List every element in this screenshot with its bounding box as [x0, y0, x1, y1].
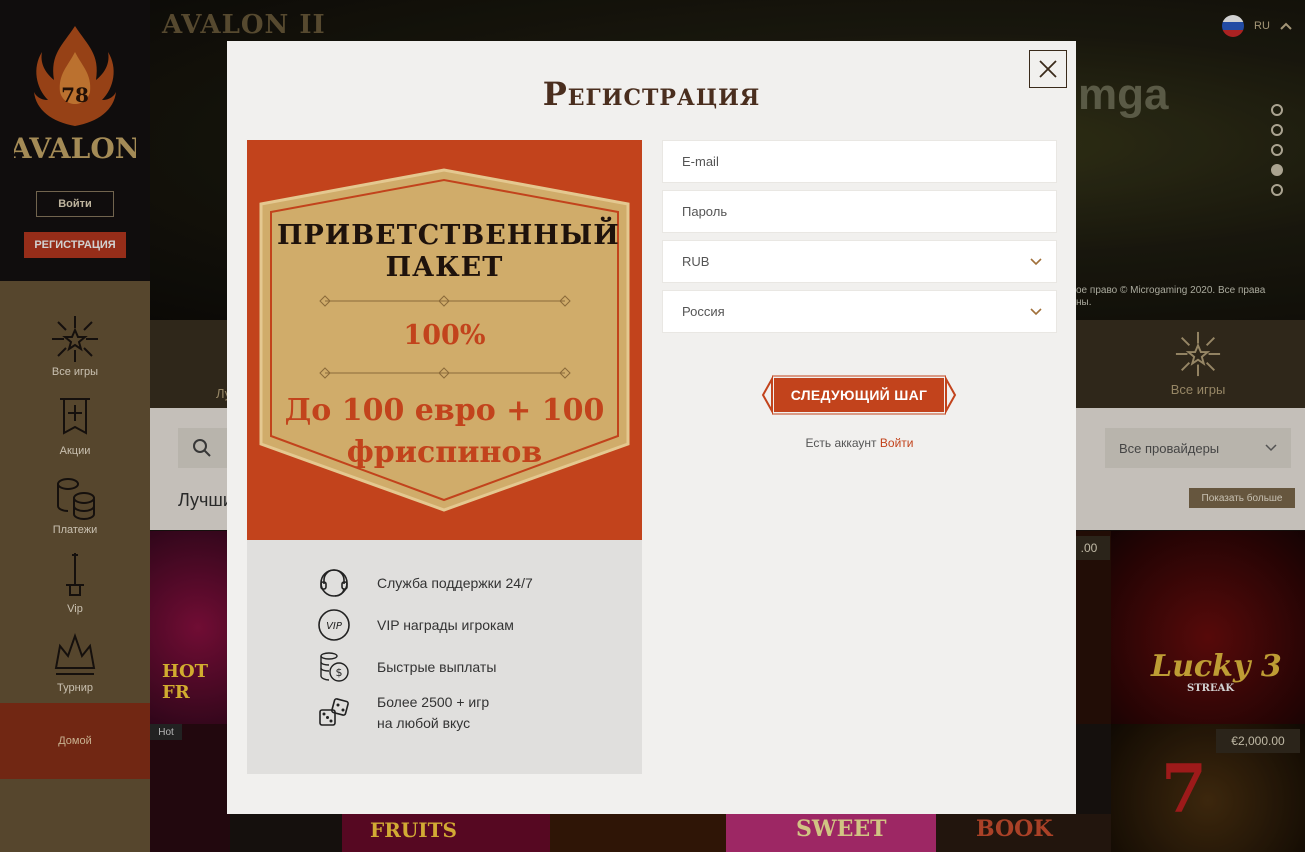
- country-value: Россия: [682, 304, 725, 319]
- features-list: Служба поддержки 24/7 VIP VIP награды иг…: [247, 540, 642, 774]
- chevron-down-icon: [1030, 307, 1042, 315]
- feature-text-line2: на любой вкус: [377, 715, 471, 731]
- feature-item: $ Быстрые выплаты: [317, 650, 496, 684]
- currency-select[interactable]: RUB: [662, 240, 1057, 283]
- feature-text: Служба поддержки 24/7: [377, 574, 533, 591]
- feature-text-line1: Более 2500 + игр: [377, 694, 490, 710]
- feature-text: Быстрые выплаты: [377, 658, 497, 675]
- feature-item: Более 2500 + игр на любой вкус: [317, 692, 489, 734]
- email-field[interactable]: [662, 140, 1057, 183]
- welcome-promo: ПРИВЕТСТВЕННЫЙ ПАКЕТ 100% До 100 евро + …: [247, 140, 642, 540]
- coins-stack-icon: $: [320, 652, 349, 682]
- next-step-button[interactable]: СЛЕДУЮЩИЙ ШАГ: [774, 378, 944, 412]
- support-headset-icon: [320, 569, 348, 597]
- password-input[interactable]: [682, 204, 982, 219]
- feature-item: Служба поддержки 24/7: [317, 566, 533, 600]
- registration-modal: Регистрация ПРИВЕТСТВЕННЫЙ ПАКЕТ 100% До…: [227, 41, 1076, 814]
- password-field[interactable]: [662, 190, 1057, 233]
- country-select[interactable]: Россия: [662, 290, 1057, 333]
- dice-icon: [319, 698, 349, 726]
- modal-title: Регистрация: [542, 75, 761, 113]
- feature-text: VIP награды игрокам: [377, 616, 514, 633]
- promo-title: ПРИВЕТСТВЕННЫЙ ПАКЕТ: [277, 220, 620, 283]
- feature-item: VIP VIP награды игрокам: [317, 608, 514, 642]
- next-step-button-wrap: СЛЕДУЮЩИЙ ШАГ: [760, 375, 958, 415]
- have-account-text: Есть аккаунт: [805, 436, 877, 450]
- feature-text-multiline: Более 2500 + игр на любой вкус: [377, 692, 489, 734]
- currency-value: RUB: [682, 254, 710, 269]
- vip-badge-icon: VIP: [318, 609, 350, 641]
- promo-bonus: До 100 евро + 100 фриспинов: [284, 393, 605, 470]
- login-link[interactable]: Войти: [880, 436, 914, 450]
- svg-text:$: $: [336, 666, 343, 679]
- promo-percent: 100%: [403, 320, 486, 351]
- svg-text:VIP: VIP: [326, 621, 343, 632]
- email-input[interactable]: [682, 154, 982, 169]
- chevron-down-icon: [1030, 257, 1042, 265]
- have-account-row: Есть аккаунт Войти: [662, 436, 1057, 450]
